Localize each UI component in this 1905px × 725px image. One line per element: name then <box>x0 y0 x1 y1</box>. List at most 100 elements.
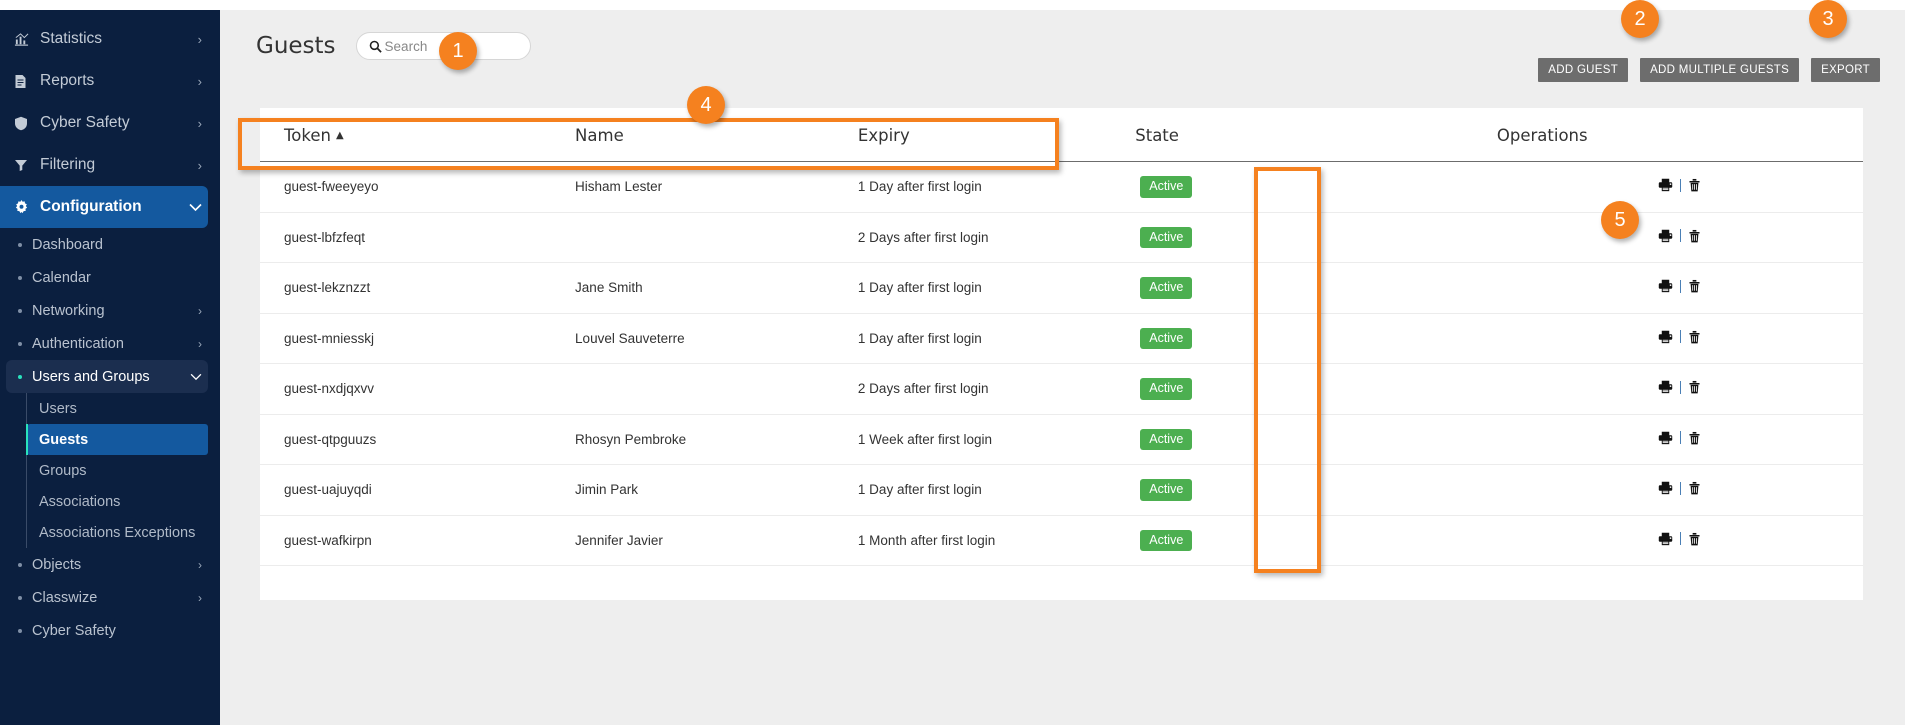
operations-separator <box>1680 179 1681 192</box>
annotation-marker-4: 4 <box>687 86 725 124</box>
sidebar-item-groups[interactable]: Groups <box>27 455 208 486</box>
cell-token: guest-wafkirpn <box>260 515 575 566</box>
status-badge: Active <box>1140 429 1192 451</box>
chevron-right-icon: › <box>186 32 208 47</box>
print-icon[interactable] <box>1658 380 1673 394</box>
cell-token: guest-qtpguuzs <box>260 414 575 465</box>
status-badge: Active <box>1140 227 1192 249</box>
print-icon[interactable] <box>1658 178 1673 192</box>
cell-token: guest-lbfzfeqt <box>260 212 575 263</box>
delete-icon[interactable] <box>1688 380 1701 394</box>
report-icon <box>14 74 36 89</box>
sidebar-item-associations-exceptions[interactable]: Associations Exceptions <box>27 517 208 548</box>
print-icon[interactable] <box>1658 532 1673 546</box>
bullet-icon <box>18 375 22 379</box>
sidebar-item-reports[interactable]: Reports › <box>0 60 208 102</box>
delete-icon[interactable] <box>1688 330 1701 344</box>
print-icon[interactable] <box>1658 279 1673 293</box>
sidebar-item-objects[interactable]: Objects › <box>0 548 208 581</box>
export-button[interactable]: EXPORT <box>1811 58 1880 82</box>
page-header: Guests <box>256 32 531 60</box>
print-icon[interactable] <box>1658 481 1673 495</box>
sidebar-item-cyber-safety[interactable]: Cyber Safety › <box>0 102 208 144</box>
delete-icon[interactable] <box>1688 178 1701 192</box>
guests-card: Token▲ Name Expiry State Operations gues… <box>260 108 1863 600</box>
print-icon[interactable] <box>1658 431 1673 445</box>
cell-expiry: 1 Day after first login <box>858 313 1135 364</box>
print-icon[interactable] <box>1658 229 1673 243</box>
cell-token: guest-uajuyqdi <box>260 465 575 516</box>
sidebar-item-users-and-groups[interactable]: Users and Groups <box>6 360 208 393</box>
column-header-token[interactable]: Token▲ <box>260 108 575 162</box>
cell-state: Active <box>1135 414 1497 465</box>
sidebar-item-cyber-safety-sub[interactable]: Cyber Safety <box>0 614 208 647</box>
chevron-right-icon: › <box>188 337 208 351</box>
sidebar-item-associations[interactable]: Associations <box>27 486 208 517</box>
chevron-right-icon: › <box>188 304 208 318</box>
cell-state: Active <box>1135 162 1497 213</box>
cell-name: Rhosyn Pembroke <box>575 414 858 465</box>
column-header-state[interactable]: State <box>1135 108 1497 162</box>
table-row: guest-wafkirpnJennifer Javier1 Month aft… <box>260 515 1863 566</box>
row-operations <box>1658 431 1701 445</box>
sidebar-item-configuration[interactable]: Configuration <box>0 186 208 228</box>
delete-icon[interactable] <box>1688 229 1701 243</box>
sidebar-item-label: Cyber Safety <box>32 623 188 639</box>
row-operations <box>1658 380 1701 394</box>
column-header-label: Token <box>284 126 331 145</box>
delete-icon[interactable] <box>1688 481 1701 495</box>
operations-separator <box>1680 532 1681 545</box>
cell-name: Jennifer Javier <box>575 515 858 566</box>
cell-state: Active <box>1135 313 1497 364</box>
gear-icon <box>14 200 36 215</box>
delete-icon[interactable] <box>1688 279 1701 293</box>
cell-token: guest-mniesskj <box>260 313 575 364</box>
sidebar-item-label: Dashboard <box>32 237 188 253</box>
status-badge: Active <box>1140 530 1192 552</box>
row-operations <box>1658 330 1701 344</box>
sidebar-item-filtering[interactable]: Filtering › <box>0 144 208 186</box>
sidebar-item-label: Calendar <box>32 270 188 286</box>
cell-state: Active <box>1135 263 1497 314</box>
sidebar-item-label: Cyber Safety <box>36 114 186 132</box>
cell-operations <box>1497 515 1863 566</box>
sidebar-item-calendar[interactable]: Calendar <box>0 261 208 294</box>
cell-name: Jane Smith <box>575 263 858 314</box>
add-guest-button[interactable]: ADD GUEST <box>1538 58 1628 82</box>
sidebar-item-users[interactable]: Users <box>27 393 208 424</box>
print-icon[interactable] <box>1658 330 1673 344</box>
sidebar-item-label: Users <box>39 401 77 417</box>
sidebar-item-classwize[interactable]: Classwize › <box>0 581 208 614</box>
sidebar-item-label: Associations <box>39 494 120 510</box>
sidebar-item-dashboard[interactable]: Dashboard <box>0 228 208 261</box>
bullet-icon <box>18 309 22 313</box>
sidebar-item-statistics[interactable]: Statistics › <box>0 18 208 60</box>
add-multiple-guests-button[interactable]: ADD MULTIPLE GUESTS <box>1640 58 1799 82</box>
cell-expiry: 1 Day after first login <box>858 465 1135 516</box>
sidebar-config-children: Dashboard Calendar Networking › Authenti… <box>0 228 220 647</box>
row-operations <box>1658 279 1701 293</box>
sidebar-item-guests[interactable]: Guests <box>27 424 208 455</box>
header-actions: ADD GUEST ADD MULTIPLE GUESTS EXPORT <box>1538 58 1880 82</box>
row-operations <box>1658 229 1701 243</box>
cell-name: Louvel Sauveterre <box>575 313 858 364</box>
annotation-marker-5: 5 <box>1601 201 1639 239</box>
column-header-expiry[interactable]: Expiry <box>858 108 1135 162</box>
delete-icon[interactable] <box>1688 532 1701 546</box>
table-head: Token▲ Name Expiry State Operations <box>260 108 1863 162</box>
delete-icon[interactable] <box>1688 431 1701 445</box>
cell-operations <box>1497 364 1863 415</box>
cell-expiry: 1 Week after first login <box>858 414 1135 465</box>
sidebar-item-authentication[interactable]: Authentication › <box>0 327 208 360</box>
cell-name: Jimin Park <box>575 465 858 516</box>
filter-icon <box>14 158 36 172</box>
annotation-marker-2: 2 <box>1621 0 1659 38</box>
cell-expiry: 1 Month after first login <box>858 515 1135 566</box>
status-badge: Active <box>1140 378 1192 400</box>
main-content: Guests ADD GUEST ADD MULTIPLE GUESTS EXP… <box>220 10 1905 725</box>
row-operations <box>1658 532 1701 546</box>
sidebar-item-networking[interactable]: Networking › <box>0 294 208 327</box>
status-badge: Active <box>1140 277 1192 299</box>
guests-table: Token▲ Name Expiry State Operations gues… <box>260 108 1863 566</box>
cell-operations <box>1497 162 1863 213</box>
